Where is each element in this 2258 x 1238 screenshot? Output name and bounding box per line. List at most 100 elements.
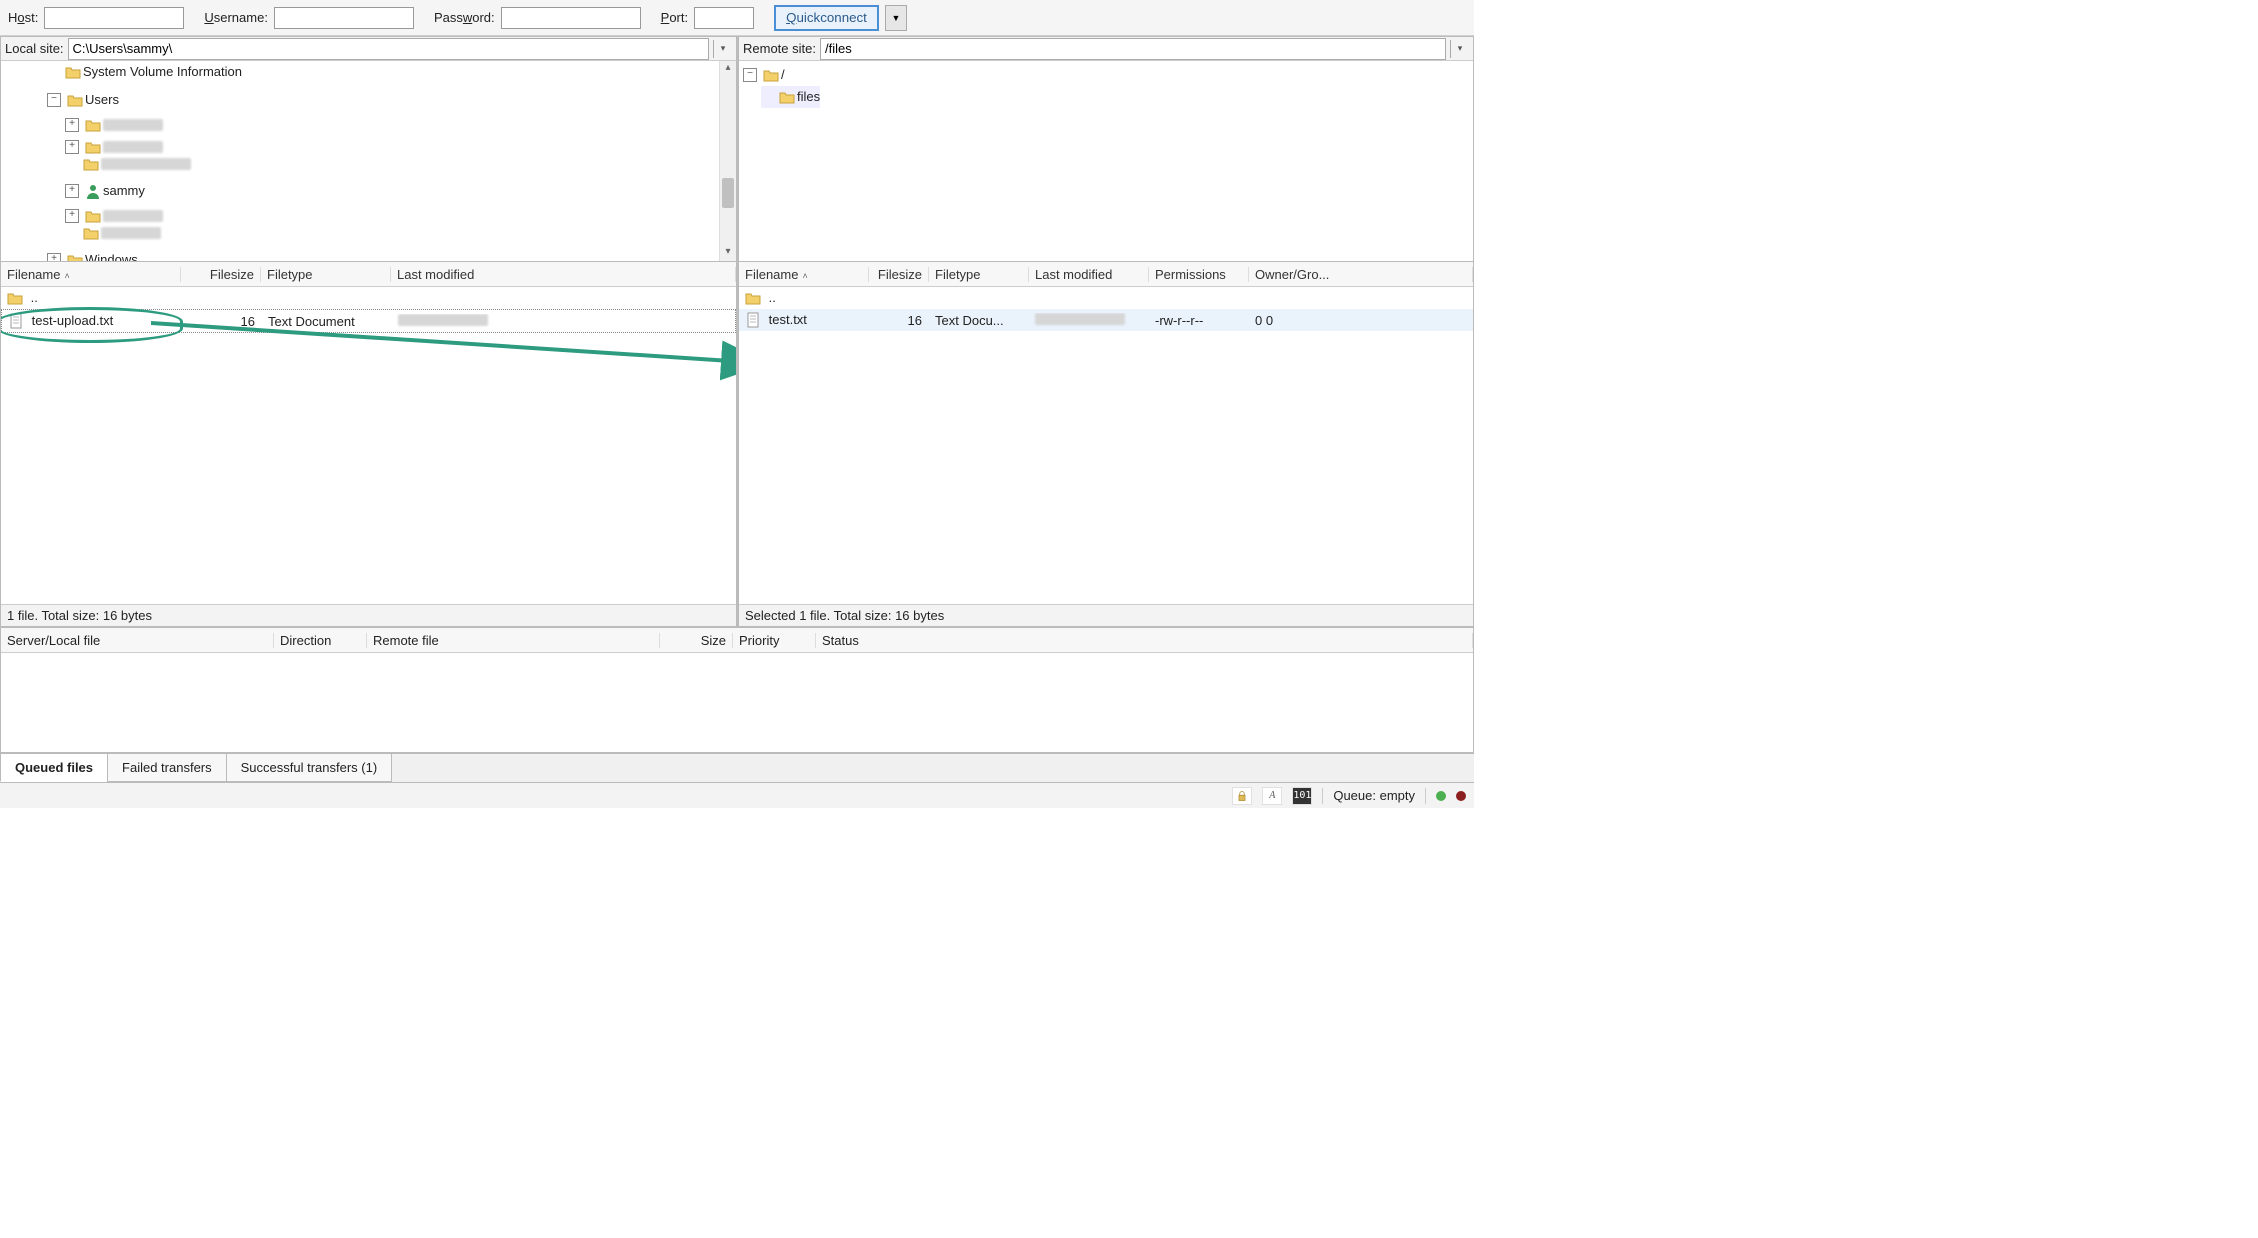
sort-ascending-icon: ˄ <box>64 271 69 281</box>
password-label: Password: <box>434 10 495 25</box>
port-label: Port: <box>661 10 688 25</box>
tree-item-blurred[interactable]: + <box>65 209 163 223</box>
quickconnect-toolbar: Host: Username: Password: Port: Quickcon… <box>0 0 1474 36</box>
remote-site-dropdown[interactable]: ▾ <box>1450 40 1469 58</box>
file-row-test-txt[interactable]: test.txt 16 Text Docu... -rw-r--r-- 0 0 <box>739 309 1473 331</box>
column-server-local-file[interactable]: Server/Local file <box>1 633 274 648</box>
local-list-header: Filename˄ Filesize Filetype Last modifie… <box>1 262 736 287</box>
column-filesize[interactable]: Filesize <box>181 267 261 282</box>
column-filename[interactable]: Filename˄ <box>739 267 869 282</box>
host-input[interactable] <box>44 7 184 29</box>
folder-icon <box>7 290 23 306</box>
status-dot-red <box>1456 791 1466 801</box>
remote-pane: Remote site: ▾ − / <box>737 36 1474 627</box>
redacted-text <box>101 227 161 239</box>
column-last-modified[interactable]: Last modified <box>1029 267 1149 282</box>
text-file-icon <box>8 313 24 329</box>
folder-icon <box>85 118 101 132</box>
tree-item-blurred[interactable] <box>65 226 161 240</box>
parent-directory-row[interactable]: .. <box>1 287 736 309</box>
local-site-label: Local site: <box>5 41 64 56</box>
main-split: Local site: ▾ System Volume Information … <box>0 36 1474 627</box>
tree-expander-plus[interactable]: + <box>65 140 79 154</box>
status-dot-green <box>1436 791 1446 801</box>
password-input[interactable] <box>501 7 641 29</box>
tree-item-users[interactable]: − Users <box>47 89 119 111</box>
column-last-modified[interactable]: Last modified <box>391 267 736 282</box>
tree-expander-plus[interactable]: + <box>65 209 79 223</box>
tree-expander-minus[interactable]: − <box>743 68 757 82</box>
port-input[interactable] <box>694 7 754 29</box>
redacted-text <box>103 141 163 153</box>
quickconnect-button[interactable]: Quickconnect <box>774 5 879 31</box>
tree-item-root[interactable]: − / <box>743 64 785 86</box>
column-owner-group[interactable]: Owner/Gro... <box>1249 267 1473 282</box>
tab-queued-files[interactable]: Queued files <box>0 754 108 782</box>
binary-transfer-icon[interactable]: 101 <box>1292 787 1312 805</box>
folder-icon <box>745 290 761 306</box>
folder-icon <box>763 68 779 82</box>
folder-icon <box>83 226 99 240</box>
parent-directory-row[interactable]: .. <box>739 287 1473 309</box>
local-pane: Local site: ▾ System Volume Information … <box>0 36 737 627</box>
redacted-text <box>398 314 488 326</box>
local-list-body[interactable]: .. test-upload.txt 16 Text Document <box>1 287 736 604</box>
local-tree-scrollbar[interactable]: ▴ ▾ <box>719 61 736 261</box>
key-auth-icon[interactable]: A <box>1262 787 1282 805</box>
tab-failed-transfers[interactable]: Failed transfers <box>107 754 227 782</box>
redacted-text <box>103 119 163 131</box>
remote-list-body[interactable]: .. test.txt 16 Text Docu... -rw-r--r-- <box>739 287 1473 604</box>
remote-site-label: Remote site: <box>743 41 816 56</box>
tree-item-files[interactable]: files <box>761 86 820 108</box>
column-priority[interactable]: Priority <box>733 633 816 648</box>
tree-item-blurred[interactable] <box>65 157 191 171</box>
remote-site-bar: Remote site: ▾ <box>739 37 1473 61</box>
tree-item-blurred[interactable]: + <box>65 118 163 132</box>
column-filesize[interactable]: Filesize <box>869 267 929 282</box>
tree-item-system-volume[interactable]: System Volume Information <box>65 61 242 83</box>
remote-status-bar: Selected 1 file. Total size: 16 bytes <box>739 604 1473 626</box>
local-site-dropdown[interactable]: ▾ <box>713 40 732 58</box>
column-filetype[interactable]: Filetype <box>929 267 1029 282</box>
statusbar-separator <box>1322 788 1323 804</box>
column-remote-file[interactable]: Remote file <box>367 633 660 648</box>
column-permissions[interactable]: Permissions <box>1149 267 1249 282</box>
remote-site-path-input[interactable] <box>820 38 1446 60</box>
username-input[interactable] <box>274 7 414 29</box>
lock-icon[interactable] <box>1232 787 1252 805</box>
redacted-text <box>101 158 191 170</box>
tree-item-windows[interactable]: + Windows <box>47 249 138 262</box>
queue-body[interactable] <box>1 653 1473 752</box>
scroll-thumb[interactable] <box>720 77 736 245</box>
scroll-up-button[interactable]: ▴ <box>720 61 736 77</box>
username-label: Username: <box>204 10 268 25</box>
tree-expander-plus[interactable]: + <box>65 118 79 132</box>
remote-file-list: Filename˄ Filesize Filetype Last modifie… <box>739 262 1473 626</box>
remote-list-header: Filename˄ Filesize Filetype Last modifie… <box>739 262 1473 287</box>
tree-expander-plus[interactable]: + <box>65 184 79 198</box>
text-file-icon <box>745 312 761 328</box>
redacted-text <box>103 210 163 222</box>
column-direction[interactable]: Direction <box>274 633 367 648</box>
quickconnect-dropdown-button[interactable]: ▼ <box>885 5 907 31</box>
column-size[interactable]: Size <box>660 633 733 648</box>
local-site-bar: Local site: ▾ <box>1 37 736 61</box>
local-site-path-input[interactable] <box>68 38 709 60</box>
tree-item-sammy[interactable]: + sammy <box>65 180 145 202</box>
local-directory-tree[interactable]: System Volume Information − Users <box>1 61 736 262</box>
tree-item-blurred[interactable]: + <box>65 140 163 154</box>
folder-icon <box>67 93 83 107</box>
column-status[interactable]: Status <box>816 633 1473 648</box>
folder-icon <box>779 90 795 104</box>
scroll-down-button[interactable]: ▾ <box>720 245 736 261</box>
transfer-queue: Server/Local file Direction Remote file … <box>0 627 1474 753</box>
queue-status-label: Queue: empty <box>1333 788 1415 803</box>
column-filename[interactable]: Filename˄ <box>1 267 181 282</box>
tree-expander-plus[interactable]: + <box>47 253 61 262</box>
tree-expander-minus[interactable]: − <box>47 93 61 107</box>
remote-directory-tree[interactable]: − / files <box>739 61 1473 262</box>
file-row-test-upload[interactable]: test-upload.txt 16 Text Document <box>1 309 736 333</box>
folder-icon <box>83 157 99 171</box>
column-filetype[interactable]: Filetype <box>261 267 391 282</box>
tab-successful-transfers[interactable]: Successful transfers (1) <box>226 754 393 782</box>
